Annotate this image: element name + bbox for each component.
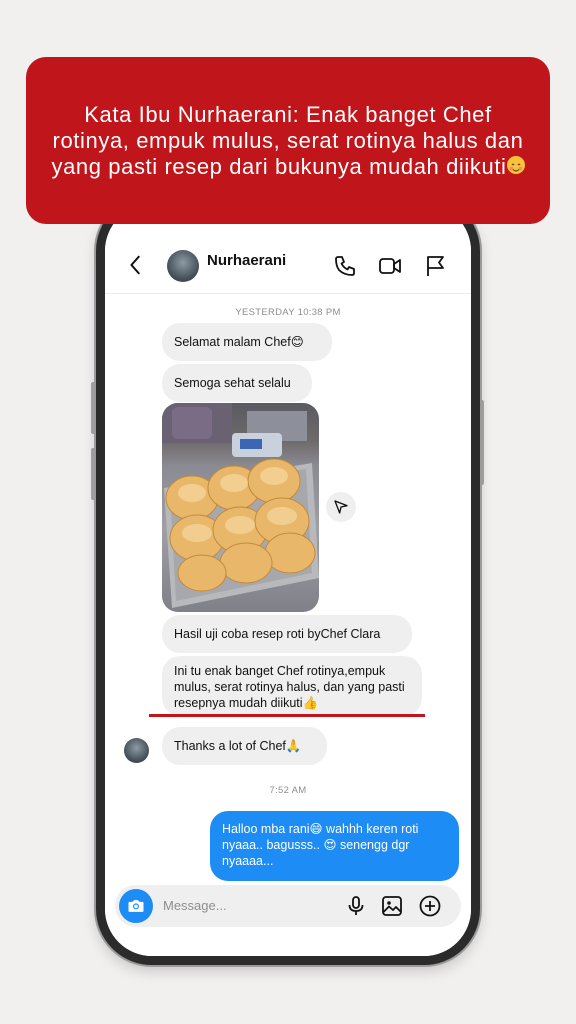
contact-name[interactable]: Nurhaerani	[207, 252, 286, 269]
gallery-icon[interactable]	[380, 894, 404, 918]
message-input[interactable]: Message...	[163, 898, 227, 913]
contact-avatar-small[interactable]	[124, 738, 149, 763]
chat-header: Nurhaerani	[105, 244, 471, 292]
contact-avatar[interactable]	[167, 250, 199, 282]
camera-icon	[128, 900, 144, 912]
phone-icon[interactable]	[333, 254, 357, 278]
send-arrow-icon	[334, 500, 348, 514]
back-chevron-icon[interactable]	[125, 254, 147, 276]
banner-text: Kata Ibu Nurhaerani: Enak banget Chef ro…	[50, 102, 526, 180]
sent-message[interactable]: Halloo mba rani😄 wahhh keren roti nyaaa.…	[210, 811, 459, 881]
received-message[interactable]: Semoga sehat selalu	[162, 364, 312, 402]
share-button[interactable]	[326, 492, 356, 522]
received-message[interactable]: Hasil uji coba resep roti byChef Clara	[162, 615, 412, 653]
timestamp: 7:52 AM	[269, 785, 307, 796]
bread-photo[interactable]	[162, 403, 319, 612]
microphone-icon[interactable]	[344, 894, 368, 918]
flag-icon[interactable]	[423, 254, 447, 278]
received-message[interactable]: Ini tu enak banget Chef rotinya,empuk mu…	[162, 656, 422, 716]
header-divider	[105, 293, 471, 294]
chat-screen: Nurhaerani YESTERDAY 10:38 PM Selamat ma…	[105, 204, 471, 956]
caption-banner: Kata Ibu Nurhaerani: Enak banget Chef ro…	[26, 57, 550, 224]
camera-button[interactable]	[119, 889, 153, 923]
phone-frame: Nurhaerani YESTERDAY 10:38 PM Selamat ma…	[96, 195, 480, 965]
add-circle-icon[interactable]	[418, 894, 442, 918]
banner-caption: Kata Ibu Nurhaerani: Enak banget Chef ro…	[51, 101, 524, 179]
smiling-face-emoji-icon	[506, 155, 525, 174]
received-message[interactable]: Thanks a lot of Chef🙏	[162, 727, 327, 765]
video-icon[interactable]	[378, 254, 402, 278]
received-message[interactable]: Selamat malam Chef😊	[162, 323, 332, 361]
timestamp: YESTERDAY 10:38 PM	[235, 307, 341, 318]
highlight-underline	[149, 714, 425, 717]
message-composer[interactable]: Message...	[115, 885, 461, 927]
